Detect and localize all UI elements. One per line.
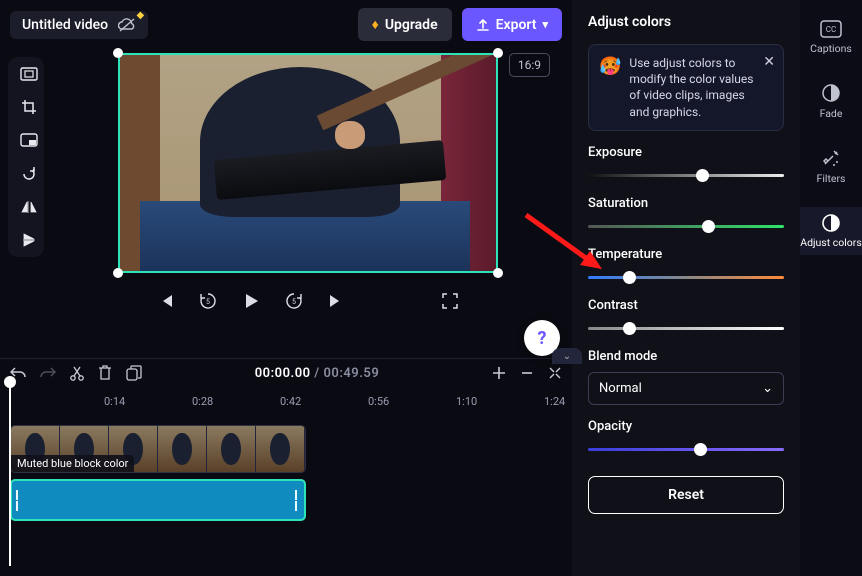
fade-icon xyxy=(821,83,841,103)
ruler-tick: 1:10 xyxy=(456,395,477,408)
export-label: Export xyxy=(496,17,537,33)
project-title: Untitled video xyxy=(22,17,108,33)
contrast-slider[interactable] xyxy=(588,321,784,335)
exposure-label: Exposure xyxy=(588,145,784,160)
reset-button[interactable]: Reset xyxy=(588,476,784,514)
flip-vertical-icon[interactable] xyxy=(18,230,40,251)
add-track-button[interactable] xyxy=(492,366,506,380)
ruler-tick: 0:56 xyxy=(368,395,389,408)
video-canvas[interactable] xyxy=(118,53,498,273)
ruler-tick: 0:42 xyxy=(280,395,301,408)
diamond-icon: ◆ xyxy=(136,10,144,21)
gem-icon: ♦ xyxy=(372,16,379,33)
ruler-tick: 1:24 xyxy=(544,395,565,408)
left-toolbox xyxy=(8,57,44,257)
rail-adjust-colors[interactable]: Adjust colors xyxy=(800,207,862,255)
upload-icon xyxy=(476,18,490,32)
flip-horizontal-icon[interactable] xyxy=(18,196,40,217)
rail-captions[interactable]: CC Captions xyxy=(800,14,862,61)
info-emoji: 🥵 xyxy=(599,55,621,120)
delete-button[interactable] xyxy=(98,365,112,381)
clip-trim-right[interactable] xyxy=(295,489,300,511)
project-title-pill[interactable]: Untitled video ◆ xyxy=(10,11,148,39)
blend-mode-label: Blend mode xyxy=(588,349,784,364)
rail-label: Fade xyxy=(820,107,843,120)
timeline: 00:00.00 / 00:49.59 0:14 0:28 0:42 0:56 … xyxy=(0,358,572,576)
transport-controls: 5 5 xyxy=(158,291,458,311)
fit-icon[interactable] xyxy=(18,63,40,84)
skip-forward-button[interactable] xyxy=(328,293,344,309)
filters-icon xyxy=(821,148,841,168)
rail-label: Adjust colors xyxy=(800,237,862,249)
aspect-ratio-button[interactable]: 16:9 xyxy=(509,53,550,77)
color-clip[interactable] xyxy=(10,479,306,521)
clip-label: Muted blue block color xyxy=(11,455,134,472)
zoom-out-button[interactable] xyxy=(520,366,534,380)
redo-button[interactable] xyxy=(40,366,56,380)
rail-filters[interactable]: Filters xyxy=(800,142,862,191)
panel-title: Adjust colors xyxy=(588,14,784,30)
fullscreen-button[interactable] xyxy=(442,293,458,309)
forward-5-button[interactable]: 5 xyxy=(284,291,304,311)
info-card: 🥵 Use adjust colors to modify the color … xyxy=(588,44,784,131)
saturation-slider[interactable] xyxy=(588,219,784,233)
rail-fade[interactable]: Fade xyxy=(800,77,862,126)
playhead[interactable] xyxy=(9,378,11,566)
close-icon[interactable]: ✕ xyxy=(763,53,775,72)
temperature-slider[interactable] xyxy=(588,270,784,284)
resize-handle-bl[interactable] xyxy=(113,268,123,278)
cloud-off-icon: ◆ xyxy=(118,18,136,32)
video-frame xyxy=(120,55,496,271)
time-display: 00:00.00 / 00:49.59 xyxy=(255,366,380,381)
rail-label: Captions xyxy=(810,42,852,55)
contrast-label: Contrast xyxy=(588,298,784,313)
svg-text:5: 5 xyxy=(206,298,210,306)
skip-back-button[interactable] xyxy=(158,293,174,309)
collapse-tab[interactable]: ⌄ xyxy=(552,348,582,364)
chevron-down-icon: ▾ xyxy=(542,18,548,31)
right-rail: CC Captions Fade Filters Adjust colors xyxy=(800,0,862,576)
temperature-label: Temperature xyxy=(588,247,784,262)
top-bar: Untitled video ◆ ♦ Upgrade Export ▾ xyxy=(0,0,572,49)
split-button[interactable] xyxy=(70,365,84,381)
resize-handle-br[interactable] xyxy=(493,268,503,278)
adjust-colors-panel: Adjust colors 🥵 Use adjust colors to mod… xyxy=(572,0,800,576)
rewind-5-button[interactable]: 5 xyxy=(198,291,218,311)
timeline-ruler[interactable]: 0:14 0:28 0:42 0:56 1:10 1:24 xyxy=(10,395,562,419)
chevron-down-icon: ⌄ xyxy=(762,381,773,396)
ruler-tick: 0:14 xyxy=(104,395,125,408)
resize-handle-tr[interactable] xyxy=(493,48,503,58)
upgrade-label: Upgrade xyxy=(385,17,438,33)
pip-icon[interactable] xyxy=(18,130,40,151)
crop-icon[interactable] xyxy=(18,96,40,117)
opacity-label: Opacity xyxy=(588,419,784,434)
rotate-icon[interactable] xyxy=(18,163,40,184)
opacity-slider[interactable] xyxy=(588,442,784,456)
clip-trim-left[interactable] xyxy=(16,489,21,511)
svg-text:5: 5 xyxy=(292,298,296,306)
zoom-fit-button[interactable] xyxy=(548,366,562,380)
ruler-tick: 0:28 xyxy=(192,395,213,408)
video-clip[interactable]: Muted blue block color xyxy=(10,425,306,473)
resize-handle-tl[interactable] xyxy=(113,48,123,58)
play-button[interactable] xyxy=(242,292,260,310)
saturation-label: Saturation xyxy=(588,196,784,211)
blend-mode-value: Normal xyxy=(599,381,642,396)
canvas-selection[interactable] xyxy=(118,53,498,273)
upgrade-button[interactable]: ♦ Upgrade xyxy=(358,8,452,41)
captions-icon: CC xyxy=(820,20,842,38)
info-text: Use adjust colors to modify the color va… xyxy=(629,55,755,120)
adjust-colors-icon xyxy=(821,213,841,233)
stage: 16:9 5 5 xyxy=(44,49,572,358)
exposure-slider[interactable] xyxy=(588,168,784,182)
blend-mode-select[interactable]: Normal ⌄ xyxy=(588,372,784,405)
duplicate-button[interactable] xyxy=(126,365,142,381)
svg-text:CC: CC xyxy=(826,25,836,34)
rail-label: Filters xyxy=(817,172,846,185)
export-button[interactable]: Export ▾ xyxy=(462,8,562,41)
